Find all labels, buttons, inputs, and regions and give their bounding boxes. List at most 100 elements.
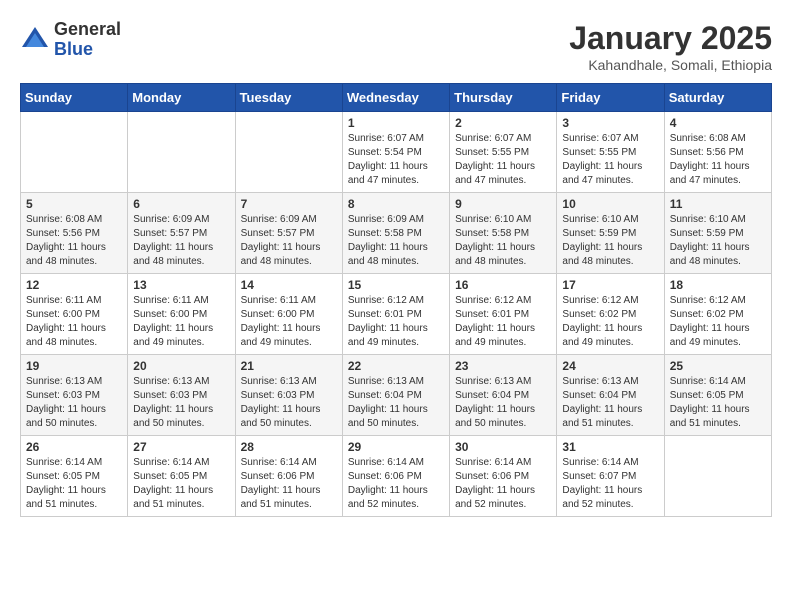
day-info: Sunrise: 6:10 AM Sunset: 5:59 PM Dayligh… [562, 213, 658, 269]
day-info: Sunrise: 6:13 AM Sunset: 6:03 PM Dayligh… [133, 375, 229, 431]
day-info: Sunrise: 6:12 AM Sunset: 6:01 PM Dayligh… [455, 294, 551, 350]
day-info: Sunrise: 6:07 AM Sunset: 5:55 PM Dayligh… [455, 132, 551, 188]
calendar-cell: 25Sunrise: 6:14 AM Sunset: 6:05 PM Dayli… [664, 355, 771, 436]
calendar-cell: 7 Sunrise: 6:09 AM Sunset: 5:57 PM Daylig… [235, 193, 342, 274]
weekday-header-friday: Friday [557, 84, 664, 112]
calendar-cell: 10 Sunrise: 6:10 AM Sunset: 5:59 PM Dayli… [557, 193, 664, 274]
calendar-cell [128, 112, 235, 193]
day-info: Sunrise: 6:11 AM Sunset: 6:00 PM Dayligh… [241, 294, 337, 350]
calendar-week-2: 5Sunrise: 6:08 AM Sunset: 5:56 PM Daylig… [21, 193, 772, 274]
day-info: Sunrise: 6:13 AM Sunset: 6:04 PM Dayligh… [562, 375, 658, 431]
page-header: General Blue January 2025 Kahandhale, So… [20, 20, 772, 73]
calendar-cell: 13Sunrise: 6:11 AM Sunset: 6:00 PM Dayli… [128, 274, 235, 355]
day-number: 18 [670, 278, 766, 292]
day-info: Sunrise: 6:13 AM Sunset: 6:04 PM Dayligh… [348, 375, 444, 431]
day-number: 9 [455, 197, 551, 211]
calendar-header: SundayMondayTuesdayWednesdayThursdayFrid… [21, 84, 772, 112]
day-info: Sunrise: 6:07 AM Sunset: 5:55 PM Dayligh… [562, 132, 658, 188]
day-number: 24 [562, 359, 658, 373]
day-number: 30 [455, 440, 551, 454]
day-info: Sunrise: 6:12 AM Sunset: 6:01 PM Dayligh… [348, 294, 444, 350]
day-number: 20 [133, 359, 229, 373]
calendar-cell: 6Sunrise: 6:09 AM Sunset: 5:57 PM Daylig… [128, 193, 235, 274]
calendar-cell: 9 Sunrise: 6:10 AM Sunset: 5:58 PM Daylig… [450, 193, 557, 274]
logo-text: General Blue [54, 20, 121, 60]
day-number: 15 [348, 278, 444, 292]
calendar-cell: 20 Sunrise: 6:13 AM Sunset: 6:03 PM Dayli… [128, 355, 235, 436]
calendar-cell: 11 Sunrise: 6:10 AM Sunset: 5:59 PM Dayli… [664, 193, 771, 274]
day-info: Sunrise: 6:14 AM Sunset: 6:05 PM Dayligh… [133, 456, 229, 512]
calendar-cell: 1Sunrise: 6:07 AM Sunset: 5:54 PM Daylig… [342, 112, 449, 193]
calendar-week-1: 1Sunrise: 6:07 AM Sunset: 5:54 PM Daylig… [21, 112, 772, 193]
day-number: 16 [455, 278, 551, 292]
day-number: 8 [348, 197, 444, 211]
day-number: 25 [670, 359, 766, 373]
calendar-cell [664, 436, 771, 517]
calendar-cell: 16 Sunrise: 6:12 AM Sunset: 6:01 PM Dayli… [450, 274, 557, 355]
calendar-table: SundayMondayTuesdayWednesdayThursdayFrid… [20, 83, 772, 517]
day-number: 2 [455, 116, 551, 130]
weekday-header-monday: Monday [128, 84, 235, 112]
weekday-header-tuesday: Tuesday [235, 84, 342, 112]
calendar-cell: 24 Sunrise: 6:13 AM Sunset: 6:04 PM Dayli… [557, 355, 664, 436]
calendar-cell [235, 112, 342, 193]
logo-icon [20, 25, 50, 55]
calendar-week-3: 12 Sunrise: 6:11 AM Sunset: 6:00 PM Dayli… [21, 274, 772, 355]
calendar-cell: 29 Sunrise: 6:14 AM Sunset: 6:06 PM Dayli… [342, 436, 449, 517]
day-number: 11 [670, 197, 766, 211]
calendar-cell: 23Sunrise: 6:13 AM Sunset: 6:04 PM Dayli… [450, 355, 557, 436]
day-number: 26 [26, 440, 122, 454]
logo-blue-label: Blue [54, 40, 121, 60]
calendar-cell: 31 Sunrise: 6:14 AM Sunset: 6:07 PM Dayli… [557, 436, 664, 517]
weekday-header-thursday: Thursday [450, 84, 557, 112]
calendar-cell: 5Sunrise: 6:08 AM Sunset: 5:56 PM Daylig… [21, 193, 128, 274]
day-number: 6 [133, 197, 229, 211]
day-info: Sunrise: 6:14 AM Sunset: 6:06 PM Dayligh… [455, 456, 551, 512]
weekday-header-saturday: Saturday [664, 84, 771, 112]
title-block: January 2025 Kahandhale, Somali, Ethiopi… [569, 20, 772, 73]
day-number: 21 [241, 359, 337, 373]
day-info: Sunrise: 6:13 AM Sunset: 6:03 PM Dayligh… [241, 375, 337, 431]
day-info: Sunrise: 6:14 AM Sunset: 6:05 PM Dayligh… [26, 456, 122, 512]
day-number: 31 [562, 440, 658, 454]
calendar-cell: 30 Sunrise: 6:14 AM Sunset: 6:06 PM Dayli… [450, 436, 557, 517]
calendar-cell: 17Sunrise: 6:12 AM Sunset: 6:02 PM Dayli… [557, 274, 664, 355]
weekday-row: SundayMondayTuesdayWednesdayThursdayFrid… [21, 84, 772, 112]
calendar-cell: 27 Sunrise: 6:14 AM Sunset: 6:05 PM Dayli… [128, 436, 235, 517]
day-number: 17 [562, 278, 658, 292]
calendar-cell: 4 Sunrise: 6:08 AM Sunset: 5:56 PM Daylig… [664, 112, 771, 193]
day-info: Sunrise: 6:08 AM Sunset: 5:56 PM Dayligh… [670, 132, 766, 188]
day-info: Sunrise: 6:13 AM Sunset: 6:03 PM Dayligh… [26, 375, 122, 431]
weekday-header-sunday: Sunday [21, 84, 128, 112]
day-info: Sunrise: 6:07 AM Sunset: 5:54 PM Dayligh… [348, 132, 444, 188]
calendar-cell: 15 Sunrise: 6:12 AM Sunset: 6:01 PM Dayli… [342, 274, 449, 355]
calendar-cell: 2 Sunrise: 6:07 AM Sunset: 5:55 PM Daylig… [450, 112, 557, 193]
calendar-cell: 21 Sunrise: 6:13 AM Sunset: 6:03 PM Dayli… [235, 355, 342, 436]
day-number: 28 [241, 440, 337, 454]
calendar-body: 1Sunrise: 6:07 AM Sunset: 5:54 PM Daylig… [21, 112, 772, 517]
day-number: 19 [26, 359, 122, 373]
calendar-cell: 12Sunrise: 6:11 AM Sunset: 6:00 PM Dayli… [21, 274, 128, 355]
day-number: 27 [133, 440, 229, 454]
day-info: Sunrise: 6:14 AM Sunset: 6:06 PM Dayligh… [348, 456, 444, 512]
day-info: Sunrise: 6:10 AM Sunset: 5:58 PM Dayligh… [455, 213, 551, 269]
calendar-cell: 18Sunrise: 6:12 AM Sunset: 6:02 PM Dayli… [664, 274, 771, 355]
day-number: 12 [26, 278, 122, 292]
day-info: Sunrise: 6:14 AM Sunset: 6:06 PM Dayligh… [241, 456, 337, 512]
day-info: Sunrise: 6:14 AM Sunset: 6:07 PM Dayligh… [562, 456, 658, 512]
calendar-cell: 14Sunrise: 6:11 AM Sunset: 6:00 PM Dayli… [235, 274, 342, 355]
day-info: Sunrise: 6:09 AM Sunset: 5:57 PM Dayligh… [241, 213, 337, 269]
day-number: 10 [562, 197, 658, 211]
day-info: Sunrise: 6:10 AM Sunset: 5:59 PM Dayligh… [670, 213, 766, 269]
day-number: 22 [348, 359, 444, 373]
calendar-week-5: 26 Sunrise: 6:14 AM Sunset: 6:05 PM Dayli… [21, 436, 772, 517]
day-number: 4 [670, 116, 766, 130]
day-info: Sunrise: 6:13 AM Sunset: 6:04 PM Dayligh… [455, 375, 551, 431]
weekday-header-wednesday: Wednesday [342, 84, 449, 112]
day-number: 29 [348, 440, 444, 454]
month-year: January 2025 [569, 20, 772, 57]
logo-general-label: General [54, 20, 121, 40]
day-info: Sunrise: 6:09 AM Sunset: 5:58 PM Dayligh… [348, 213, 444, 269]
calendar-cell: 8 Sunrise: 6:09 AM Sunset: 5:58 PM Daylig… [342, 193, 449, 274]
day-number: 7 [241, 197, 337, 211]
